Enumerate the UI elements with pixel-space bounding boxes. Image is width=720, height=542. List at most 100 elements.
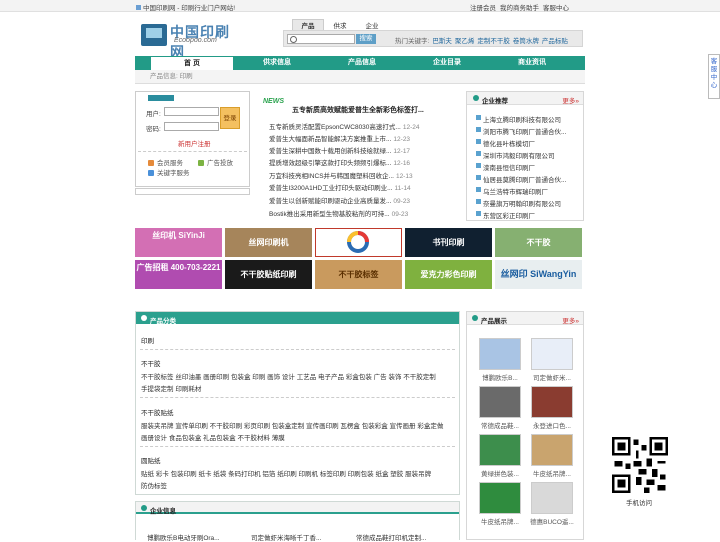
hot-keyword[interactable]: 卷筒水牌 [513,38,539,45]
login-button[interactable]: 登录 [220,107,240,129]
company-recommend-panel: 企业推荐 更多» 上海立腾印刷科技有限公司 浏阳市腾飞印刷厂普通合伙... 德化县… [466,91,584,221]
member-icon [148,160,154,167]
company-item[interactable]: 德化县叶栋模切厂 [476,138,535,148]
ad-banner[interactable]: 不干胶 [495,228,582,257]
company-info-item[interactable]: 博鹏欧乐B电动牙刷Ora... [147,532,220,542]
news-item[interactable]: 爱普生大幅面新品智能解决方案推重上市... 12-23 [269,133,410,143]
nav-products[interactable]: 产品信息 [320,56,404,70]
news-item[interactable]: 爱普生深耕中国数十载用创新科技绘就绿... 12-17 [269,145,410,155]
top-links: 注册会员 我的商务助手 客服中心 [466,2,569,12]
service-link[interactable]: 客服中心 [543,5,569,12]
company-item[interactable]: 奈曼旗万明翰印刷有限公司 [476,198,561,208]
printer-icon [141,24,167,46]
product-name[interactable]: 黄绿拼色装... [477,468,523,478]
login-box: 用户: 密码: 登录 新用户注册 会员服务 广告投放 关键字服务 [135,91,250,187]
hot-keyword[interactable]: 产品标贴 [542,38,568,45]
category-title[interactable]: 不干胶 [141,358,161,368]
bullet-icon [141,505,147,511]
ad-service-link[interactable]: 广告投放 [198,157,233,167]
member-service-link[interactable]: 会员服务 [148,157,183,167]
category-links: 手提袋定制 印刷耗材 [141,386,202,393]
search-tabs: 产品 供求 企业 [292,19,388,30]
search-bar: 搜索 热门关键字: 巴斯夫 聚乙烯 定制不干胶 卷筒水牌 产品标贴 [283,30,583,47]
ad-banner[interactable]: 丝网印刷机 [225,228,312,257]
category-links: 服装夹吊牌 宣传单印刷 不干胶印刷 彩页印刷 包装盒定制 宣传画印刷 瓦楞盒 包… [141,423,444,430]
product-image[interactable] [531,482,573,514]
ad-banner[interactable]: 书刊印刷 [405,228,492,257]
company-item[interactable]: 仙居县莫腾印刷厂普通合伙... [475,174,566,184]
news-item[interactable]: 爱普生以创新赋能印刷驱动企业高质量发... 09-23 [269,195,410,205]
news-item[interactable]: 五专新质灵活配置EpsonCWC8030高速打式... 12-24 [269,121,419,131]
customer-service-float[interactable]: 客服中心 [708,54,720,99]
company-item[interactable]: 滦南县恒信印刷厂 [476,162,535,172]
divider [138,151,247,152]
company-info-item[interactable]: 常德成品鞋打印机定制... [356,532,426,542]
ad-banner[interactable]: 广告招租 400-703-2221 [135,260,222,289]
ring-logo-icon [347,231,369,253]
category-title[interactable]: 不干胶贴纸 [141,407,174,417]
hot-keywords: 热门关键字: 巴斯夫 聚乙烯 定制不干胶 卷筒水牌 产品标贴 [395,38,568,45]
news-item[interactable]: 爱普生I3200A1HD工业打印头驱动印刷业... 11-14 [269,182,411,192]
password-label: 密码: [146,126,161,133]
search-button[interactable]: 搜索 [356,34,376,44]
company-item[interactable]: 乌兰浩特市辉瑞印刷厂 [476,186,548,196]
tab-supply[interactable]: 供求 [324,20,356,30]
password-field[interactable] [164,122,219,131]
bullet-icon [141,315,147,321]
category-title[interactable]: 圆贴纸 [141,455,161,465]
tab-company[interactable]: 企业 [356,20,388,30]
nav-companies[interactable]: 企业目录 [405,56,489,70]
company-item[interactable]: 上海立腾印刷科技有限公司 [476,114,561,124]
assistant-link[interactable]: 我的商务助手 [500,5,539,12]
product-name[interactable]: 牛皮纸吊牌... [529,468,575,478]
product-showcase-panel: 产品展示 更多» 博鹏欧乐B... 司定做虾米... 常德成品鞋... 永登进口色… [466,311,584,540]
product-name[interactable]: 司定做虾米... [529,372,575,382]
product-image[interactable] [479,482,521,514]
ad-banner[interactable]: 丝网印 SiWangYin [495,260,582,289]
news-item[interactable]: Bostik推出采用新型生物基胶粘剂的可持... 09-23 [269,208,408,218]
hot-keyword[interactable]: 聚乙烯 [455,38,475,45]
username-field[interactable] [164,107,219,116]
news-headline[interactable]: 五专新质高效赋能爱普生全新彩色标签打... [292,105,424,115]
tab-products[interactable]: 产品 [292,19,324,30]
site-logo[interactable]: 中国印刷网 Ecoopoo.com [141,22,241,60]
register-link[interactable]: 新用户注册 [178,138,211,148]
ad-banner[interactable]: 爱克力彩色印刷 [405,260,492,289]
product-image[interactable] [479,386,521,418]
register-link[interactable]: 注册会员 [470,5,496,12]
nav-home[interactable]: 首 页 [150,56,234,70]
ad-banner[interactable]: 丝印机 SiYinJi [135,228,222,257]
product-image[interactable] [479,434,521,466]
nav-supply[interactable]: 供求信息 [235,56,319,70]
company-item[interactable]: 东营区彩正印刷厂 [476,210,535,220]
ad-banner[interactable]: 不干胶标签 [315,260,402,289]
home-link[interactable]: 中国印刷网 - 印刷行业门户网站! [136,2,235,12]
ad-banner[interactable]: 不干胶贴纸印刷 [225,260,312,289]
qr-label: 手机访问 [626,500,652,507]
category-title[interactable]: 印刷 [141,335,154,345]
product-name[interactable]: 永登进口色... [529,420,575,430]
company-info-item[interactable]: 司定做虾米海晰千丁香... [251,532,321,542]
product-name[interactable]: 博鹏欧乐B... [477,372,523,382]
product-name[interactable]: 牛皮纸吊牌... [477,516,523,526]
more-link[interactable]: 更多» [562,315,579,325]
top-bar: 中国印刷网 - 印刷行业门户网站! 注册会员 我的商务助手 客服中心 [0,0,720,12]
keyword-service-link[interactable]: 关键字服务 [148,167,190,177]
nav-news[interactable]: 商业资讯 [490,56,574,70]
company-item[interactable]: 深圳市鸿毅印刷有限公司 [476,150,555,160]
hot-keyword[interactable]: 定制不干胶 [477,38,510,45]
ad-banner[interactable] [315,228,402,257]
product-image[interactable] [531,386,573,418]
more-link[interactable]: 更多» [562,95,579,105]
company-item[interactable]: 浏阳市腾飞印刷厂普通合伙... [475,126,566,136]
product-image[interactable] [531,434,573,466]
news-item[interactable]: 万宜科技亮相INCS并与韩国魔塑料回收企... 12-13 [269,170,413,180]
hot-keyword[interactable]: 巴斯夫 [432,38,452,45]
product-image[interactable] [531,338,573,370]
search-input[interactable] [287,34,355,44]
product-name[interactable]: 常德成品鞋... [477,420,523,430]
news-item[interactable]: 提质增效超级引擎这款打印头频频引爆标... 12-16 [269,157,410,167]
bullet-icon [472,315,478,321]
product-image[interactable] [479,338,521,370]
product-name[interactable]: 德惠BUCO遥... [529,516,575,526]
